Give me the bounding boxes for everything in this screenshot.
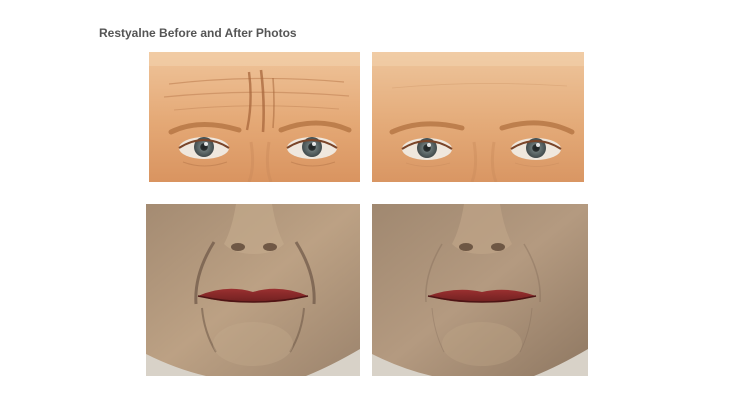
forehead-before-photo	[149, 52, 360, 182]
forehead-after-photo	[372, 52, 584, 182]
mouth-after-photo	[372, 204, 588, 376]
page: Restyalne Before and After Photos	[0, 0, 748, 404]
mouth-before-photo	[146, 204, 360, 376]
page-title: Restyalne Before and After Photos	[99, 26, 297, 40]
